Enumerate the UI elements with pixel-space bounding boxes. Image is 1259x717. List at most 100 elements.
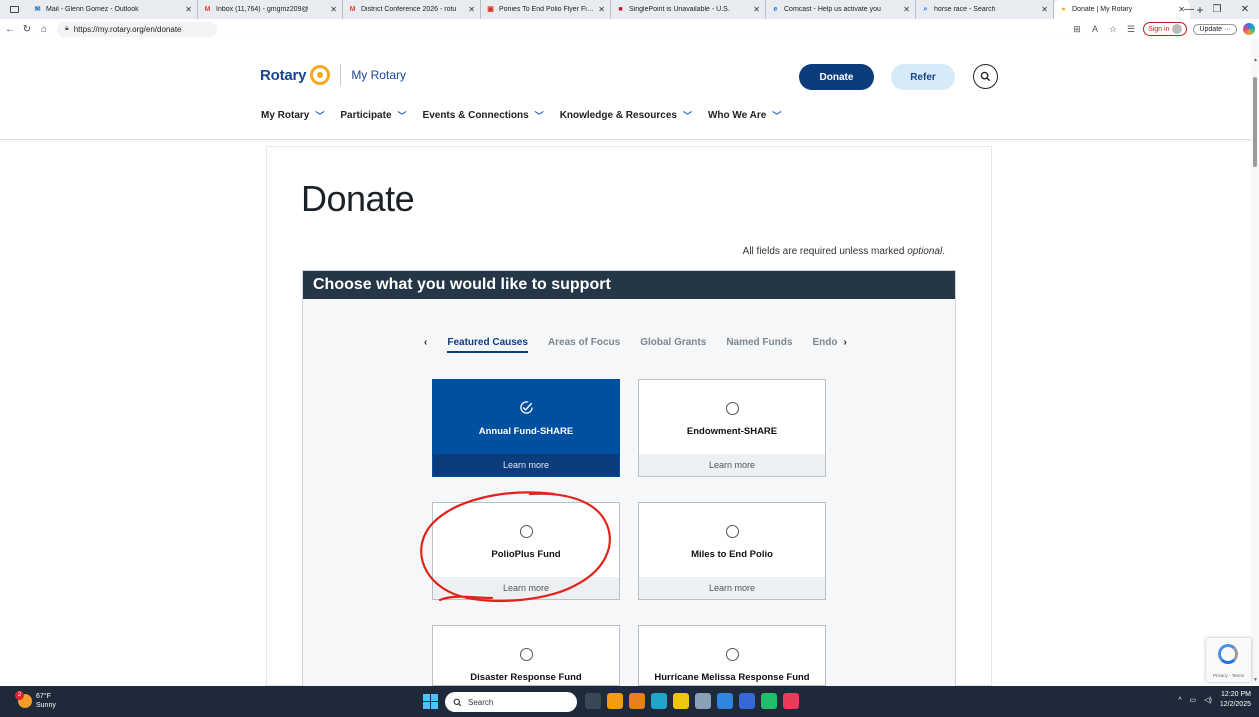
browser-tab[interactable]: ⌕ horse race - Search ✕: [916, 0, 1054, 19]
main-nav: My Rotary ﹀ Participate ﹀ Events & Connect…: [261, 109, 781, 122]
tabs-next-icon[interactable]: ›: [843, 337, 846, 348]
scrollbar-thumb[interactable]: [1253, 77, 1257, 167]
toolbar-right: ⊞ A ☆ ☰ Sign in Update ···: [1071, 19, 1255, 39]
cause-tabs: ‹ Featured Causes Areas of Focus Global …: [424, 337, 847, 353]
close-tab-icon[interactable]: ✕: [1041, 5, 1048, 14]
tab-named-funds[interactable]: Named Funds: [726, 337, 792, 348]
tab-global-grants[interactable]: Global Grants: [640, 337, 706, 348]
close-tab-icon[interactable]: ✕: [903, 5, 910, 14]
nav-label: My Rotary: [261, 110, 310, 121]
browser-tab[interactable]: ▣ Ponies To End Polio Flyer Final ✕: [481, 0, 611, 19]
radio-button[interactable]: [520, 525, 533, 538]
browser-tab[interactable]: M District Conference 2026 - rotu ✕: [343, 0, 481, 19]
tab-title: Inbox (11,764) - gmgmz209@: [216, 6, 309, 13]
back-icon[interactable]: ←: [3, 24, 17, 35]
close-tab-icon[interactable]: ✕: [185, 5, 192, 14]
browser-tab[interactable]: ■ SinglePoint is Unavailable - U.S. ✕: [611, 0, 766, 19]
tab-actions-button[interactable]: [0, 0, 28, 19]
close-tab-icon[interactable]: ✕: [598, 5, 605, 14]
close-window-icon[interactable]: ✕: [1231, 4, 1259, 15]
weather-badge: 2: [15, 691, 24, 700]
rotary-logo[interactable]: Rotary My Rotary: [260, 64, 406, 86]
option-hurricane-melissa-response-fund[interactable]: Hurricane Melissa Response Fund: [638, 625, 826, 686]
outlook-icon[interactable]: [739, 693, 755, 709]
update-button[interactable]: Update ···: [1193, 23, 1237, 35]
scroll-up-icon[interactable]: ▲: [1253, 57, 1258, 63]
app-icon[interactable]: ⊞: [1071, 24, 1083, 35]
tab-areas-of-focus[interactable]: Areas of Focus: [548, 337, 620, 348]
nav-knowledge-resources[interactable]: Knowledge & Resources ﹀: [560, 109, 692, 122]
minimize-icon[interactable]: —: [1175, 4, 1203, 15]
volume-icon[interactable]: ◁): [1204, 696, 1212, 704]
app-icon[interactable]: [695, 693, 711, 709]
url-field[interactable]: 🔒︎ https://my.rotary.org/en/donate: [57, 21, 217, 37]
read-aloud-icon[interactable]: A: [1089, 24, 1101, 34]
site-search-button[interactable]: [973, 64, 998, 89]
donate-button[interactable]: Donate: [799, 64, 874, 90]
learn-more-link[interactable]: Learn more: [639, 577, 825, 599]
close-tab-icon[interactable]: ✕: [468, 5, 475, 14]
browser-tab-active[interactable]: ● Donate | My Rotary ✕: [1054, 0, 1190, 19]
option-miles-to-end-polio[interactable]: Miles to End Polio Learn more: [638, 502, 826, 600]
sign-in-button[interactable]: Sign in: [1143, 22, 1188, 36]
learn-more-link[interactable]: Learn more: [433, 577, 619, 599]
chevron-down-icon: ﹀: [534, 111, 544, 121]
page-scrollbar[interactable]: ▲ ▼: [1251, 39, 1259, 685]
learn-more-link[interactable]: Learn more: [433, 454, 619, 476]
favorite-star-icon[interactable]: ☆: [1107, 24, 1119, 35]
browser-tab[interactable]: e Comcast - Help us activate you ✕: [766, 0, 916, 19]
close-tab-icon[interactable]: ✕: [753, 5, 760, 14]
recaptcha-icon: [1218, 644, 1238, 664]
app-icon[interactable]: [783, 693, 799, 709]
task-view-icon[interactable]: [585, 693, 601, 709]
taskbar-search[interactable]: Search: [445, 692, 577, 712]
tab-title: Donate | My Rotary: [1072, 6, 1133, 13]
start-button[interactable]: [423, 694, 438, 709]
nav-my-rotary[interactable]: My Rotary ﹀: [261, 109, 324, 122]
nav-events-connections[interactable]: Events & Connections ﹀: [423, 109, 544, 122]
check-circle-icon: [520, 401, 533, 414]
copilot-icon[interactable]: [1243, 23, 1255, 35]
app-icon[interactable]: [761, 693, 777, 709]
app-icon[interactable]: [607, 693, 623, 709]
nav-who-we-are[interactable]: Who We Are ﹀: [708, 109, 781, 122]
radio-button[interactable]: [726, 402, 739, 415]
radio-button[interactable]: [726, 648, 739, 661]
app-icon[interactable]: [717, 693, 733, 709]
chevron-up-icon[interactable]: ^: [1178, 697, 1181, 704]
close-tab-icon[interactable]: ✕: [330, 5, 337, 14]
gmail-icon: M: [204, 6, 211, 13]
maximize-icon[interactable]: ❐: [1203, 4, 1231, 15]
browser-tab[interactable]: M Inbox (11,764) - gmgmz209@ ✕: [198, 0, 343, 19]
radio-button[interactable]: [726, 525, 739, 538]
file-explorer-icon[interactable]: [673, 693, 689, 709]
browser-tab[interactable]: ✉ Mail - Glenn Gomez - Outlook ✕: [28, 0, 198, 19]
search-icon: [980, 71, 991, 82]
tab-featured-causes[interactable]: Featured Causes: [447, 337, 528, 353]
refer-button[interactable]: Refer: [891, 64, 955, 90]
tabs-prev-icon[interactable]: ‹: [424, 337, 427, 348]
sun-icon: 2: [15, 691, 32, 708]
recaptcha-badge[interactable]: Privacy - Terms: [1206, 638, 1251, 682]
edge-icon[interactable]: [651, 693, 667, 709]
browser-tab-strip: ✉ Mail - Glenn Gomez - Outlook ✕ M Inbox…: [0, 0, 1259, 19]
recaptcha-text: Privacy - Terms: [1213, 673, 1244, 678]
nav-participate[interactable]: Participate ﹀: [340, 109, 406, 122]
network-icon[interactable]: ▭: [1190, 696, 1197, 704]
clock-date: 12/2/2025: [1219, 701, 1251, 708]
learn-more-link[interactable]: Learn more: [639, 454, 825, 476]
weather-widget[interactable]: 2 67°F Sunny: [15, 691, 56, 710]
home-icon[interactable]: ⌂: [37, 24, 51, 35]
chevron-down-icon: ﹀: [397, 111, 407, 121]
chrome-icon[interactable]: [629, 693, 645, 709]
option-disaster-response-fund[interactable]: Disaster Response Fund: [432, 625, 620, 686]
option-polioplus-fund[interactable]: PolioPlus Fund Learn more: [432, 502, 620, 600]
option-endowment-share[interactable]: Endowment-SHARE Learn more: [638, 379, 826, 477]
refresh-icon[interactable]: ↻: [20, 24, 34, 35]
tab-endowment[interactable]: Endo: [812, 337, 837, 348]
option-annual-fund-share[interactable]: Annual Fund-SHARE Learn more: [432, 379, 620, 477]
clock[interactable]: 12:20 PM 12/2/2025: [1220, 690, 1251, 710]
scroll-down-icon[interactable]: ▼: [1253, 677, 1258, 683]
favorites-list-icon[interactable]: ☰: [1125, 24, 1137, 35]
radio-button[interactable]: [520, 648, 533, 661]
